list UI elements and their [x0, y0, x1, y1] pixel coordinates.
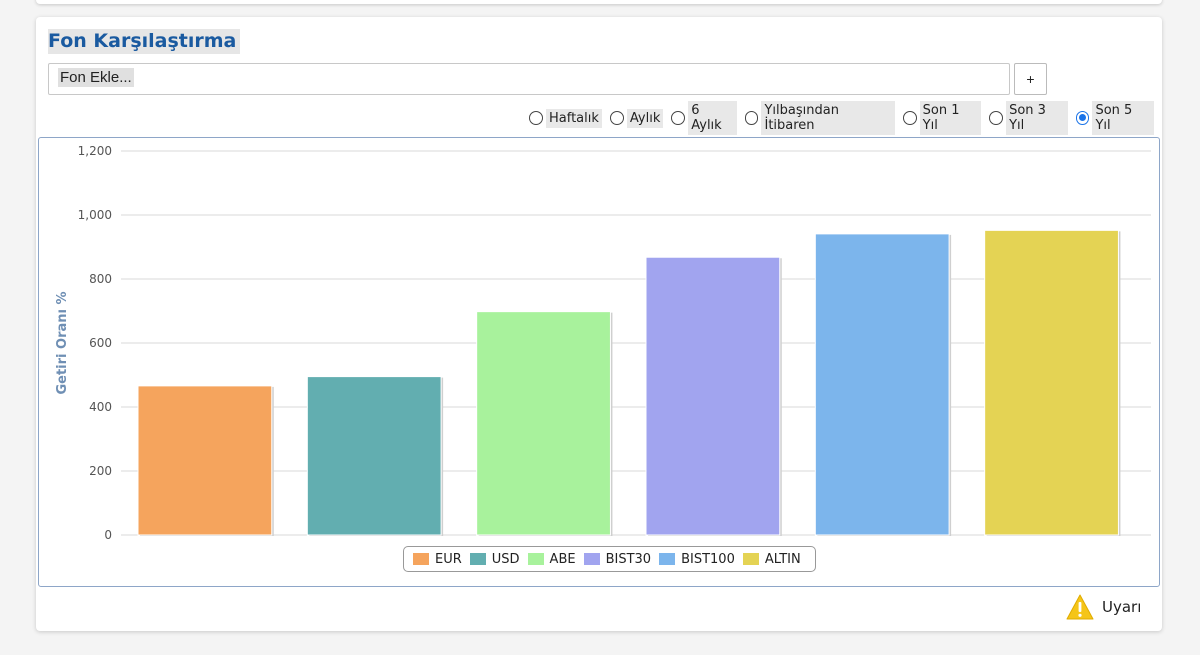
period-radio[interactable]	[989, 111, 1004, 125]
legend-label: ALTIN	[764, 551, 801, 567]
previous-card	[36, 0, 1162, 4]
period-label: 6 Aylık	[688, 101, 737, 135]
legend-label: BIST100	[681, 551, 735, 567]
y-tick-label: 1,200	[78, 144, 112, 158]
legend-item[interactable]: BIST30	[583, 551, 652, 567]
period-label: Haftalık	[546, 108, 602, 128]
y-tick-label: 600	[89, 336, 112, 350]
period-option[interactable]: Son 5 Yıl	[1075, 101, 1154, 135]
period-radio[interactable]	[609, 111, 624, 125]
bar-usd[interactable]	[306, 376, 442, 536]
period-option[interactable]: Son 3 Yıl	[989, 101, 1068, 135]
y-tick-label: 0	[104, 528, 112, 542]
legend-item[interactable]: USD	[469, 551, 520, 567]
legend-item[interactable]: ALTIN	[742, 551, 801, 567]
legend-swatch	[469, 553, 486, 565]
y-tick-label: 400	[89, 400, 112, 414]
period-option[interactable]: Son 1 Yıl	[902, 101, 982, 135]
bar-abe[interactable]	[476, 311, 611, 536]
legend-swatch	[583, 553, 600, 565]
period-option[interactable]: Aylık	[609, 108, 664, 128]
period-option[interactable]: 6 Aylık	[671, 101, 737, 135]
add-fund-button[interactable]: +	[1014, 63, 1047, 95]
y-axis-title: Getiri Oranı %	[55, 291, 70, 394]
bar-altin[interactable]	[984, 229, 1119, 536]
period-selector: Haftalık Aylık 6 Aylık Yılbaşından İtibaren…	[529, 101, 1162, 135]
period-radio[interactable]	[744, 111, 759, 125]
legend-swatch	[413, 553, 429, 565]
bar-eur[interactable]	[137, 385, 273, 536]
period-label: Yılbaşından İtibaren	[761, 101, 895, 135]
warning-button[interactable]: Uyarı	[1066, 594, 1141, 620]
legend-label: USD	[491, 551, 520, 567]
legend-item[interactable]: ABE	[527, 551, 576, 567]
y-tick-label: 1,000	[78, 208, 112, 222]
legend-item[interactable]: BIST100	[659, 552, 735, 567]
period-label: Son 5 Yıl	[1092, 101, 1154, 135]
legend-label: EUR	[435, 551, 462, 567]
bar-chart-svg: 0 200 400 600 800 1,000 1,200 Getiri Oranı %	[55, 144, 1151, 542]
legend-swatch	[659, 553, 676, 565]
warning-label: Uyarı	[1102, 598, 1142, 616]
legend-swatch	[527, 553, 544, 565]
legend-label: BIST30	[605, 551, 652, 567]
period-radio[interactable]	[1075, 111, 1090, 125]
chart-legend: EUR USD ABE BIST30 BIST100 ALTIN	[403, 546, 816, 572]
legend-label: ABE	[549, 551, 576, 567]
period-label: Son 3 Yıl	[1006, 101, 1068, 135]
period-option[interactable]: Yılbaşından İtibaren	[744, 101, 895, 135]
y-tick-label: 200	[89, 464, 112, 478]
period-radio[interactable]	[671, 111, 686, 125]
period-radio[interactable]	[529, 111, 543, 125]
period-label: Aylık	[626, 108, 664, 128]
bar-bist100[interactable]	[814, 233, 950, 536]
bar-bist30[interactable]	[645, 256, 781, 536]
fund-comparison-panel: Fon Karşılaştırma Fon Ekle... + Haftalık…	[36, 17, 1162, 631]
period-radio[interactable]	[902, 111, 917, 125]
warning-triangle-icon	[1066, 594, 1094, 620]
legend-swatch	[742, 553, 759, 565]
legend-item[interactable]: EUR	[413, 552, 462, 567]
period-label: Son 1 Yıl	[919, 101, 982, 135]
panel-title: Fon Karşılaştırma	[48, 29, 241, 54]
period-option[interactable]: Haftalık	[529, 108, 602, 128]
returns-chart: 0 200 400 600 800 1,000 1,200 Getiri Oranı % EU…	[38, 137, 1160, 587]
y-tick-label: 800	[89, 272, 112, 286]
fund-search-input[interactable]	[48, 63, 1010, 95]
